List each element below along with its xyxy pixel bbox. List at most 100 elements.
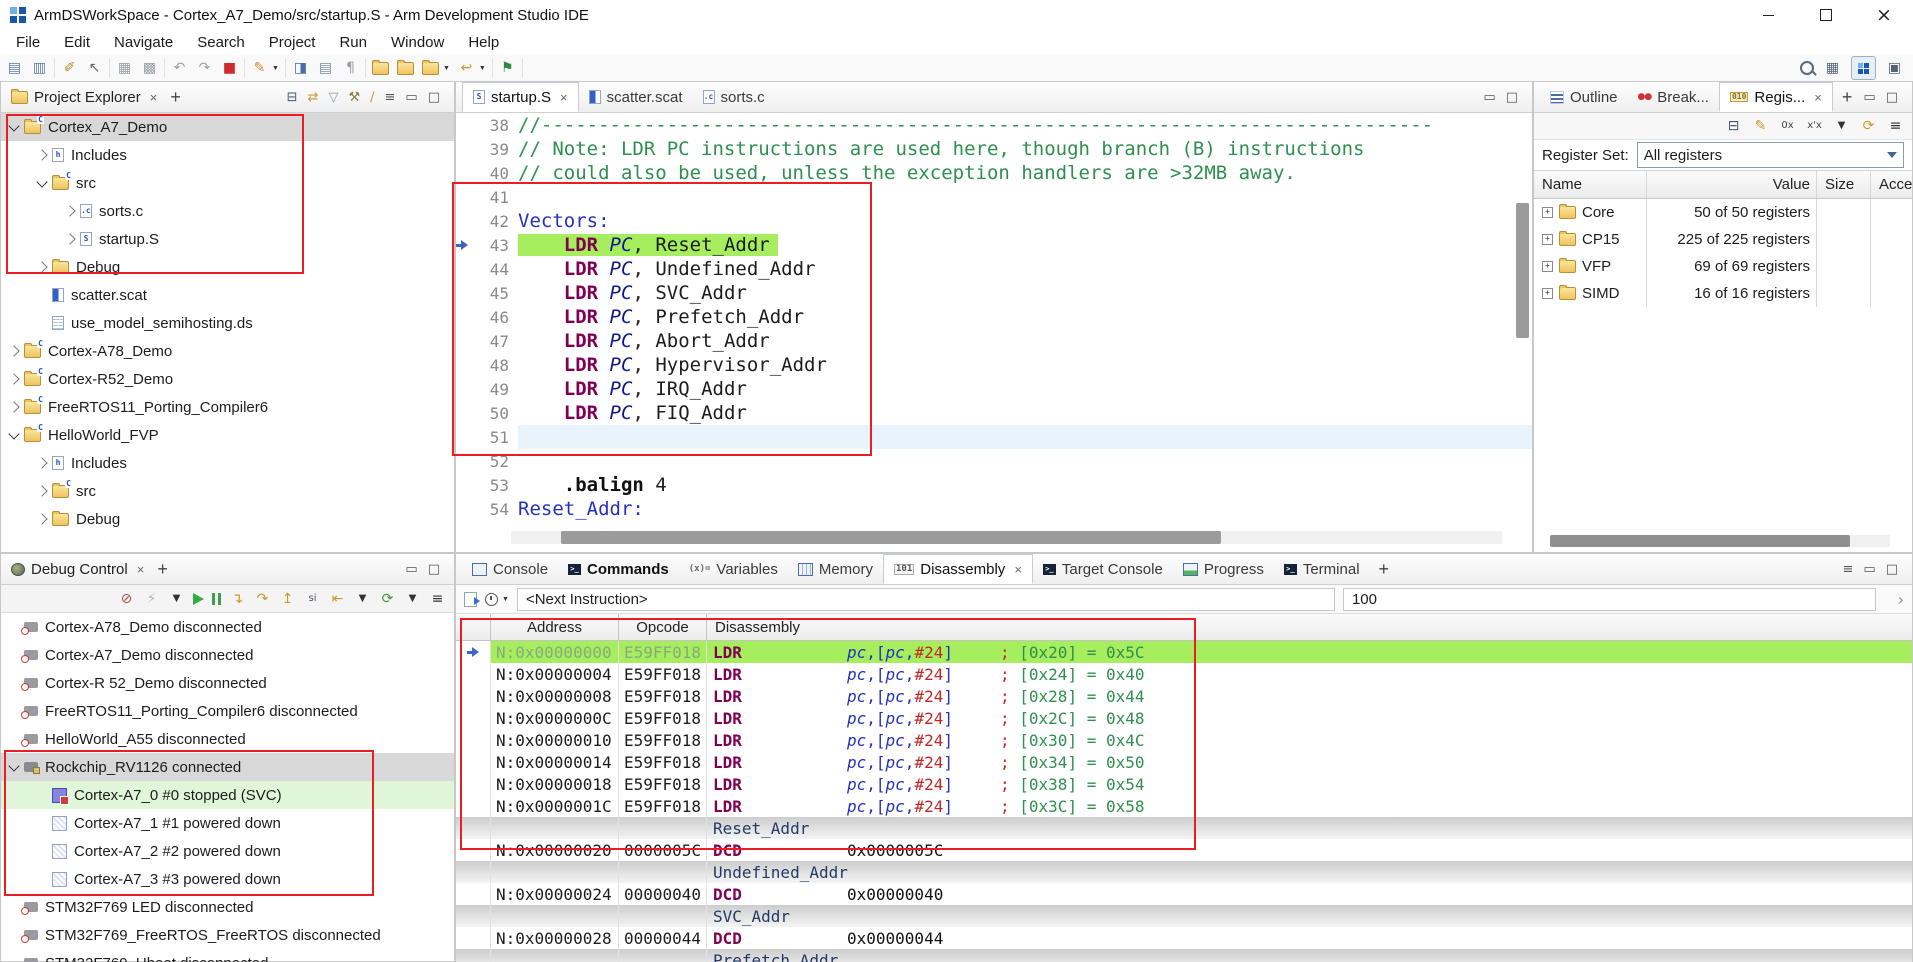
dropdown-icon[interactable]: ▼	[272, 65, 279, 72]
tree-item-sorts-c[interactable]: .csorts.c	[1, 197, 454, 225]
new-wizard-icon[interactable]: ▤	[6, 61, 23, 75]
step-over-icon[interactable]: ↷	[254, 592, 271, 606]
tab-target-console[interactable]: >_Target Console	[1033, 554, 1173, 584]
continue-icon[interactable]	[193, 593, 204, 605]
code-line-43[interactable]: 43 LDR PC, Reset_Addr	[456, 233, 1532, 257]
format-menu-icon[interactable]: ▼	[1833, 119, 1850, 133]
redo-icon[interactable]: ↷	[196, 61, 213, 75]
tab-commands[interactable]: >_Commands	[558, 554, 679, 584]
back-icon[interactable]: ↩	[458, 61, 475, 75]
close-tab-icon[interactable]: ×	[1814, 90, 1822, 105]
disassembly-label-row-prefetch-addr[interactable]: Prefetch_Addr	[456, 949, 1912, 962]
go-to-pc-icon[interactable]: ⇤	[329, 592, 346, 606]
chevron-right-icon[interactable]: ›	[1898, 593, 1904, 606]
expand-icon[interactable]	[36, 513, 47, 524]
code-line-42[interactable]: 42Vectors:	[456, 209, 1532, 233]
disassembly-label-row-reset-addr[interactable]: Reset_Addr	[456, 817, 1912, 839]
tab-debug-control[interactable]: Debug Control ×	[7, 554, 148, 584]
disassembly-row-n-0x00000000[interactable]: N:0x00000000E59FF018LDRpc,[pc,#24]; [0x2…	[456, 641, 1912, 663]
debug-item-cortex-a7-demo-disconnected[interactable]: Cortex-A7_Demo disconnected	[1, 641, 454, 669]
new-view-button[interactable]: +	[1370, 559, 1399, 580]
highlighter-icon[interactable]: ✎	[251, 61, 268, 75]
minimize-view-icon[interactable]: ▭	[405, 563, 417, 576]
tree-item-startup-s[interactable]: Sstartup.S	[1, 225, 454, 253]
save-all-icon[interactable]: ▩	[141, 61, 158, 75]
tree-item-includes[interactable]: hIncludes	[1, 141, 454, 169]
expand-icon[interactable]	[1542, 207, 1553, 218]
tree-item-cortex-a7-demo[interactable]: Cortex_A7_Demo	[1, 113, 454, 141]
expand-icon[interactable]	[36, 149, 47, 160]
connect-icon[interactable]: ⚡	[143, 592, 160, 606]
clean-icon[interactable]: ∕	[370, 91, 374, 104]
instruction-count-field[interactable]: 100	[1343, 588, 1876, 611]
maximize-button[interactable]	[1797, 0, 1855, 30]
disassembly-row-n-0x00000010[interactable]: N:0x00000010E59FF018LDRpc,[pc,#24]; [0x3…	[456, 729, 1912, 751]
disassembly-row-n-0x0000000c[interactable]: N:0x0000000CE59FF018LDRpc,[pc,#24]; [0x2…	[456, 707, 1912, 729]
tree-item-scatter-scat[interactable]: scatter.scat	[1, 281, 454, 309]
debug-item-cortex-a7-3-3-powered-down[interactable]: Cortex-A7_3 #3 powered down	[1, 865, 454, 893]
collapse-icon[interactable]	[8, 428, 19, 439]
code-line-53[interactable]: 53 .balign 4	[456, 473, 1532, 497]
debug-item-stm32f769-freertos-freertos-disconnected[interactable]: STM32F769_FreeRTOS_FreeRTOS disconnected	[1, 921, 454, 949]
view-menu-icon[interactable]: ≡	[1843, 563, 1854, 576]
code-line-44[interactable]: 44 LDR PC, Undefined_Addr	[456, 257, 1532, 281]
tab-terminal[interactable]: >_Terminal	[1274, 554, 1370, 584]
menu-help[interactable]: Help	[456, 34, 511, 51]
tab-sorts-c[interactable]: .csorts.c	[693, 82, 775, 112]
step-return-icon[interactable]: ↥	[279, 592, 296, 606]
code-line-54[interactable]: 54Reset_Addr:	[456, 497, 1532, 521]
registers-horizontal-scrollbar[interactable]	[1550, 535, 1890, 547]
tab-variables[interactable]: (x)=Variables	[679, 554, 788, 584]
editor-horizontal-scrollbar[interactable]	[511, 531, 1502, 544]
code-editor[interactable]: 38//------------------------------------…	[456, 113, 1532, 552]
export-icon[interactable]	[464, 592, 477, 607]
dropdown-icon[interactable]: ▼	[443, 65, 450, 72]
collapse-all-icon[interactable]: ⊟	[287, 91, 298, 104]
menu-project[interactable]: Project	[257, 34, 328, 51]
expand-icon[interactable]	[1542, 234, 1553, 245]
debug-item-stm32f769-uboot-disconnected[interactable]: STM32F769_Uboot disconnected	[1, 949, 454, 962]
menu-navigate[interactable]: Navigate	[102, 34, 185, 51]
close-button[interactable]: ×	[1855, 0, 1913, 30]
tab-progress[interactable]: Progress	[1173, 554, 1274, 584]
pilcrow-icon[interactable]: ¶	[342, 61, 359, 75]
disassembly-row-n-0x00000018[interactable]: N:0x00000018E59FF018LDRpc,[pc,#24]; [0x3…	[456, 773, 1912, 795]
maximize-view-icon[interactable]: □	[428, 563, 440, 576]
tab-break[interactable]: ●●Break...	[1628, 82, 1719, 112]
code-line-40[interactable]: 40// could also be used, unless the exce…	[456, 161, 1532, 185]
code-line-39[interactable]: 39// Note: LDR PC instructions are used …	[456, 137, 1532, 161]
refresh-icon[interactable]: ⟳	[1860, 119, 1877, 133]
expand-icon[interactable]	[8, 401, 19, 412]
filter-icon[interactable]: ▽	[328, 91, 338, 104]
tree-item-cortex-r52-demo[interactable]: Cortex-R52_Demo	[1, 365, 454, 393]
tab-scatter-scat[interactable]: scatter.scat	[579, 82, 693, 112]
tree-item-src[interactable]: src	[1, 169, 454, 197]
disassembly-row-n-0x00000020[interactable]: N:0x000000200000005CDCD0x0000005C	[456, 839, 1912, 861]
close-tab-icon[interactable]: ×	[1014, 562, 1022, 577]
view-menu-icon[interactable]: ≡	[429, 592, 446, 606]
go-to-menu-icon[interactable]: ▼	[354, 592, 371, 606]
refresh-menu-icon[interactable]: ▼	[404, 592, 421, 606]
code-line-45[interactable]: 45 LDR PC, SVC_Addr	[456, 281, 1532, 305]
collapse-all-icon[interactable]: ⊟	[1725, 119, 1742, 133]
scrollbar-thumb[interactable]	[561, 531, 1221, 544]
view-menu-icon[interactable]: ≡	[385, 91, 396, 104]
debug-item-cortex-a7-1-1-powered-down[interactable]: Cortex-A7_1 #1 powered down	[1, 809, 454, 837]
tree-item-src[interactable]: src	[1, 477, 454, 505]
development-studio-perspective-button[interactable]	[1851, 56, 1876, 80]
disassembly-row-n-0x00000014[interactable]: N:0x00000014E59FF018LDRpc,[pc,#24]; [0x3…	[456, 751, 1912, 773]
close-tab-icon[interactable]: ×	[150, 90, 158, 105]
tree-item-freertos11-porting-compiler6[interactable]: FreeRTOS11_Porting_Compiler6	[1, 393, 454, 421]
maximize-view-icon[interactable]: □	[1886, 91, 1898, 104]
tab-regis[interactable]: 010Regis...×	[1719, 82, 1833, 112]
search-icon[interactable]	[1800, 61, 1814, 75]
link-with-editor-icon[interactable]: ⇄	[308, 91, 319, 104]
debug-item-stm32f769-led-disconnected[interactable]: STM32F769 LED disconnected	[1, 893, 454, 921]
open-resource-icon[interactable]	[397, 62, 414, 75]
tab-project-explorer[interactable]: Project Explorer ×	[7, 82, 161, 112]
tree-item-helloworld-fvp[interactable]: HelloWorld_FVP	[1, 421, 454, 449]
debug-item-freertos11-porting-compiler6-disconnected[interactable]: FreeRTOS11_Porting_Compiler6 disconnecte…	[1, 697, 454, 725]
disassembly-row-n-0x00000008[interactable]: N:0x00000008E59FF018LDRpc,[pc,#24]; [0x2…	[456, 685, 1912, 707]
new-folder-icon[interactable]	[372, 62, 389, 75]
code-line-51[interactable]: 51	[456, 425, 1532, 449]
